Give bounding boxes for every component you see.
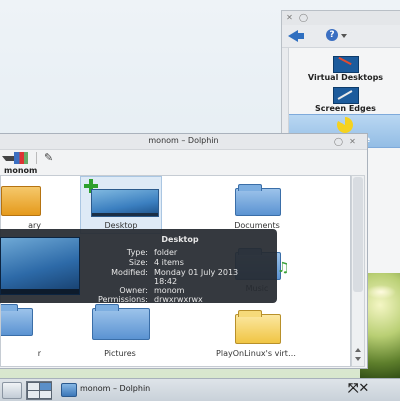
- toolbar-separator: [36, 152, 37, 164]
- music-note-icon: ♫: [277, 260, 290, 276]
- minimize-icon[interactable]: ◯: [334, 137, 343, 146]
- chevron-down-icon[interactable]: [341, 34, 347, 38]
- tooltip-value: Monday 01 July 2013: [154, 268, 239, 277]
- dolphin-icon: [61, 383, 77, 397]
- tooltip-key: Permissions:: [97, 295, 148, 304]
- tooltip-value: drwxrwxrwx: [154, 295, 203, 304]
- minimize-icon[interactable]: ◯: [299, 13, 308, 22]
- desktop-preview-image: [0, 237, 80, 295]
- tooltip-value: 4 items: [154, 258, 184, 267]
- wrench-icon[interactable]: ✎: [44, 152, 58, 164]
- dolphin-titlebar: monom – Dolphin ◯ ✕: [0, 134, 367, 150]
- category-screen-edges[interactable]: Screen Edges: [289, 85, 400, 115]
- tooltip-title: Desktop: [161, 235, 199, 244]
- task-label: monom – Dolphin: [80, 384, 151, 393]
- scroll-up-icon[interactable]: [355, 348, 361, 352]
- pictures-folder-icon: [92, 304, 150, 340]
- file-item[interactable]: r: [1, 304, 41, 361]
- desktop-folder-icon: [91, 189, 159, 217]
- tooltip-value: folder: [154, 248, 178, 257]
- window-title: monom – Dolphin: [148, 136, 219, 145]
- file-label: r: [37, 349, 41, 358]
- playonlinux-folder-icon: [235, 310, 281, 344]
- tooltip-row: Size: 4 items: [88, 258, 268, 268]
- category-virtual-desktops[interactable]: Virtual Desktops: [289, 54, 400, 84]
- category-label: Virtual Desktops: [307, 73, 384, 82]
- file-label: PlayOnLinux's virt…: [216, 349, 296, 358]
- workspace-icon: [333, 117, 357, 133]
- scrollbar-thumb[interactable]: [353, 177, 363, 292]
- folder-icon: [1, 186, 41, 216]
- tooltip-row: Type: folder: [88, 248, 268, 258]
- scroll-down-icon[interactable]: [355, 357, 361, 361]
- help-icon[interactable]: ?: [326, 29, 338, 41]
- close-all-icon[interactable]: ⤧✕: [348, 382, 369, 396]
- tooltip-row: Permissions: drwxrwxrwx: [88, 295, 268, 305]
- dolphin-toolbar: ✎: [0, 150, 367, 166]
- taskbar: monom – Dolphin ⤧✕: [0, 378, 400, 401]
- close-icon[interactable]: ✕: [285, 13, 294, 22]
- settings-toolbar: ?: [282, 25, 400, 48]
- close-icon[interactable]: ✕: [348, 137, 357, 146]
- screen-edges-icon: [333, 87, 359, 104]
- category-label: Screen Edges: [315, 104, 376, 113]
- location-label: monom: [4, 166, 38, 175]
- file-item-desktop[interactable]: Desktop: [80, 176, 162, 234]
- file-tooltip: Desktop Type: folder Size: 4 items Modif…: [0, 229, 277, 305]
- tooltip-key: Modified:: [111, 268, 148, 277]
- back-arrow-icon[interactable]: [288, 30, 304, 42]
- task-dolphin[interactable]: monom – Dolphin: [58, 381, 218, 398]
- documents-folder-icon: [235, 184, 281, 216]
- desktop-pager[interactable]: [26, 381, 52, 400]
- application-launcher-icon[interactable]: [2, 382, 22, 399]
- tooltip-value: monom: [154, 286, 185, 295]
- file-item-pictures[interactable]: Pictures: [80, 304, 160, 361]
- tooltip-key: Owner:: [119, 286, 148, 295]
- virtual-desktop-4[interactable]: [39, 390, 52, 399]
- settings-titlebar: ✕ ◯: [282, 11, 400, 25]
- file-item-documents[interactable]: Documents: [217, 178, 297, 233]
- preview-icon[interactable]: [14, 152, 28, 164]
- virtual-desktops-icon: [333, 56, 359, 73]
- folder-icon: [1, 304, 33, 336]
- file-item-playonlinux[interactable]: PlayOnLinux's virt…: [211, 306, 301, 361]
- tooltip-key: Size:: [128, 258, 148, 267]
- vertical-scrollbar[interactable]: [351, 175, 365, 367]
- tooltip-value: 18:42: [154, 277, 178, 286]
- tooltip-key: Type:: [126, 248, 148, 257]
- file-label: Pictures: [104, 349, 136, 358]
- file-item[interactable]: ary: [1, 178, 41, 233]
